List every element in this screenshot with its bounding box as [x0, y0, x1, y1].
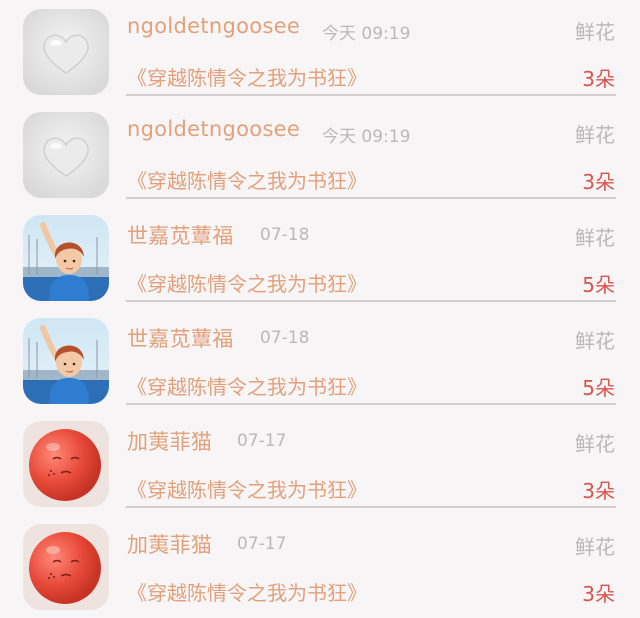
username[interactable]: ngoldetngoosee — [127, 117, 300, 141]
gift-record-row[interactable]: 加荑菲猫 07-17 鲜花 《穿越陈情令之我为书狂》 3朵 — [0, 515, 640, 618]
row-divider — [126, 300, 616, 302]
username[interactable]: 世嘉苋蕈福 — [127, 323, 234, 353]
gift-type-label: 鲜花 — [575, 329, 615, 353]
gift-type-label: 鲜花 — [575, 226, 615, 250]
timestamp: 今天 09:19 — [322, 24, 411, 44]
gift-count: 3朵 — [582, 67, 615, 91]
row-divider — [126, 94, 616, 96]
gift-count: 5朵 — [582, 273, 615, 297]
gift-count: 5朵 — [582, 376, 615, 400]
gift-record-row[interactable]: 加荑菲猫 07-17 鲜花 《穿越陈情令之我为书狂》 3朵 — [0, 412, 640, 515]
row-divider — [126, 506, 616, 508]
gift-record-row[interactable]: ngoldetngoosee 今天 09:19 鲜花 《穿越陈情令之我为书狂》 … — [0, 103, 640, 206]
girl-photo-icon — [23, 318, 109, 404]
gift-type-label: 鲜花 — [575, 535, 615, 559]
red-balloon-avatar[interactable] — [23, 421, 109, 507]
girl-photo-avatar[interactable] — [23, 318, 109, 404]
gift-type-label: 鲜花 — [575, 432, 615, 456]
book-title-link[interactable]: 《穿越陈情令之我为书狂》 — [127, 474, 367, 503]
gift-record-row[interactable]: 世嘉苋蕈福 07-18 鲜花 《穿越陈情令之我为书狂》 5朵 — [0, 309, 640, 412]
gift-record-row[interactable]: ngoldetngoosee 今天 09:19 鲜花 《穿越陈情令之我为书狂》 … — [0, 0, 640, 103]
flower-gift-list: ngoldetngoosee 今天 09:19 鲜花 《穿越陈情令之我为书狂》 … — [0, 0, 640, 610]
red-balloon-icon — [23, 524, 109, 610]
book-title-link[interactable]: 《穿越陈情令之我为书狂》 — [127, 62, 367, 91]
heart-stone-icon — [23, 112, 109, 198]
timestamp: 今天 09:19 — [322, 127, 411, 147]
timestamp: 07-18 — [260, 225, 310, 245]
username[interactable]: 加荑菲猫 — [127, 529, 212, 559]
username[interactable]: 世嘉苋蕈福 — [127, 220, 234, 250]
gift-count: 3朵 — [582, 582, 615, 606]
row-divider — [126, 403, 616, 405]
gift-type-label: 鲜花 — [575, 123, 615, 147]
heart-stone-avatar[interactable] — [23, 9, 109, 95]
book-title-link[interactable]: 《穿越陈情令之我为书狂》 — [127, 165, 367, 194]
book-title-link[interactable]: 《穿越陈情令之我为书狂》 — [127, 268, 367, 297]
gift-record-row[interactable]: 世嘉苋蕈福 07-18 鲜花 《穿越陈情令之我为书狂》 5朵 — [0, 206, 640, 309]
girl-photo-icon — [23, 215, 109, 301]
gift-count: 3朵 — [582, 170, 615, 194]
gift-count: 3朵 — [582, 479, 615, 503]
heart-stone-avatar[interactable] — [23, 112, 109, 198]
row-divider — [126, 197, 616, 199]
username[interactable]: 加荑菲猫 — [127, 426, 212, 456]
girl-photo-avatar[interactable] — [23, 215, 109, 301]
heart-stone-icon — [23, 9, 109, 95]
timestamp: 07-18 — [260, 328, 310, 348]
gift-type-label: 鲜花 — [575, 20, 615, 44]
timestamp: 07-17 — [237, 431, 287, 451]
book-title-link[interactable]: 《穿越陈情令之我为书狂》 — [127, 371, 367, 400]
red-balloon-icon — [23, 421, 109, 507]
username[interactable]: ngoldetngoosee — [127, 14, 300, 38]
red-balloon-avatar[interactable] — [23, 524, 109, 610]
book-title-link[interactable]: 《穿越陈情令之我为书狂》 — [127, 577, 367, 606]
timestamp: 07-17 — [237, 534, 287, 554]
